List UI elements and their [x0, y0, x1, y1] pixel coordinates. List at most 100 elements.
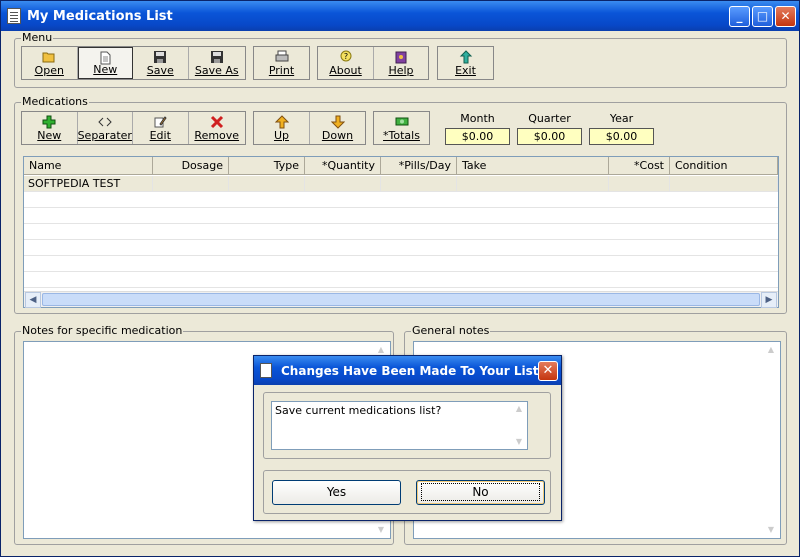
open-button[interactable]: Open: [22, 47, 78, 79]
help-button[interactable]: Help: [374, 47, 428, 79]
medications-table[interactable]: Name Dosage Type *Quantity *Pills/Day Ta…: [23, 156, 779, 308]
empty-row: [24, 272, 778, 288]
money-icon: [395, 117, 408, 126]
yes-button[interactable]: Yes: [272, 480, 401, 505]
yes-button-label: Yes: [326, 485, 347, 499]
remove-button[interactable]: Remove: [189, 112, 245, 144]
menu-group-label: Menu: [21, 31, 54, 44]
diamond-icon: [98, 117, 112, 127]
question-bulb-icon: ?: [340, 50, 351, 62]
empty-row: [24, 224, 778, 240]
scroll-right-button[interactable]: ▶: [761, 292, 777, 308]
month-total: $0.00: [445, 128, 510, 145]
scroll-down-arrow: ▼: [515, 437, 523, 446]
cell-type: [229, 176, 305, 192]
table-row[interactable]: SOFTPEDIA TEST: [24, 176, 778, 192]
column-header-take[interactable]: Take: [457, 157, 609, 175]
horizontal-scrollbar[interactable]: ◀ ▶: [24, 291, 778, 308]
general-notes-label: General notes: [411, 324, 491, 337]
scroll-down-arrow[interactable]: ▼: [374, 523, 388, 537]
print-button[interactable]: Print: [254, 47, 309, 79]
separater-button[interactable]: Separater: [78, 112, 133, 144]
printer-icon: [275, 50, 288, 62]
cell-pills-per-day: [381, 176, 457, 192]
column-header-quantity[interactable]: *Quantity: [305, 157, 381, 175]
column-header-cost[interactable]: *Cost: [609, 157, 670, 175]
totals-button[interactable]: *Totals: [374, 112, 429, 144]
plus-icon: [42, 115, 56, 129]
year-total: $0.00: [589, 128, 654, 145]
maximize-button[interactable]: □: [752, 6, 773, 27]
new-button[interactable]: New: [77, 47, 134, 79]
floppy-disk-icon: [210, 51, 223, 63]
dialog-close-button[interactable]: ✕: [538, 361, 558, 381]
scroll-thumb[interactable]: [42, 293, 760, 306]
move-down-button[interactable]: Down: [310, 112, 365, 144]
empty-row: [24, 192, 778, 208]
arrow-down-icon: [330, 115, 345, 129]
general-notes-scrollbar[interactable]: ▲ ▼: [764, 342, 780, 538]
cell-name: SOFTPEDIA TEST: [24, 176, 153, 192]
info-toolbar: ? About Help: [317, 46, 429, 80]
help-book-icon: [395, 51, 407, 64]
svg-text:?: ?: [343, 52, 347, 61]
edit-pencil-icon: [154, 116, 167, 128]
cell-condition: [670, 176, 778, 192]
message-scrollbar: ▲ ▼: [512, 402, 527, 449]
column-header-type[interactable]: Type: [229, 157, 305, 175]
scroll-left-button[interactable]: ◀: [25, 292, 41, 308]
column-header-condition[interactable]: Condition: [670, 157, 778, 175]
folder-open-icon: [42, 52, 55, 63]
specific-notes-label: Notes for specific medication: [21, 324, 184, 337]
medication-edit-toolbar: New Separater Edit Remove: [21, 111, 246, 145]
month-label: Month: [460, 112, 495, 125]
dialog-app-icon: [260, 363, 272, 378]
column-header-pills-per-day[interactable]: *Pills/Day: [381, 157, 457, 175]
floppy-disk-icon: [154, 51, 167, 63]
no-button[interactable]: No: [416, 480, 545, 505]
order-toolbar: Up Down: [253, 111, 366, 145]
save-changes-dialog: Changes Have Been Made To Your List ✕ Sa…: [253, 355, 562, 521]
main-window: My Medications List _ □ ✕ Menu Open New …: [0, 0, 800, 557]
move-up-button[interactable]: Up: [254, 112, 310, 144]
title-bar[interactable]: My Medications List _ □ ✕: [1, 1, 799, 31]
year-label: Year: [609, 112, 634, 125]
save-button[interactable]: Save: [133, 47, 189, 79]
table-header: Name Dosage Type *Quantity *Pills/Day Ta…: [24, 157, 778, 175]
column-header-name[interactable]: Name: [24, 157, 153, 175]
app-icon: [7, 8, 21, 24]
new-medication-button[interactable]: New: [22, 112, 78, 144]
totals-toolbar: *Totals: [373, 111, 430, 145]
scroll-down-arrow[interactable]: ▼: [764, 523, 778, 537]
file-toolbar: Open New Save Save As: [21, 46, 246, 80]
arrow-up-icon: [274, 115, 289, 129]
empty-row: [24, 256, 778, 272]
exit-button[interactable]: Exit: [438, 47, 493, 79]
cell-take: [457, 176, 609, 192]
save-as-button[interactable]: Save As: [189, 47, 245, 79]
dialog-message: Save current medications list? ▲ ▼: [271, 401, 528, 450]
cell-cost: [609, 176, 670, 192]
window-title: My Medications List: [27, 9, 173, 24]
scroll-up-arrow: ▲: [515, 404, 523, 413]
about-button[interactable]: ? About: [318, 47, 374, 79]
close-button[interactable]: ✕: [775, 6, 796, 27]
exit-icon: [459, 50, 472, 64]
print-toolbar: Print: [253, 46, 310, 80]
empty-row: [24, 208, 778, 224]
cell-quantity: [305, 176, 381, 192]
quarter-label: Quarter: [528, 112, 571, 125]
quarter-total: $0.00: [517, 128, 582, 145]
medications-group-label: Medications: [21, 95, 89, 108]
no-button-label: No: [421, 483, 540, 501]
dialog-title: Changes Have Been Made To Your List: [281, 364, 539, 378]
exit-toolbar: Exit: [437, 46, 494, 80]
x-remove-icon: [210, 115, 223, 129]
column-header-dosage[interactable]: Dosage: [153, 157, 229, 175]
dialog-title-bar[interactable]: Changes Have Been Made To Your List ✕: [254, 356, 561, 385]
scroll-up-arrow[interactable]: ▲: [764, 343, 778, 357]
empty-row: [24, 240, 778, 256]
cell-dosage: [153, 176, 229, 192]
edit-button[interactable]: Edit: [133, 112, 189, 144]
minimize-button[interactable]: _: [729, 6, 750, 27]
